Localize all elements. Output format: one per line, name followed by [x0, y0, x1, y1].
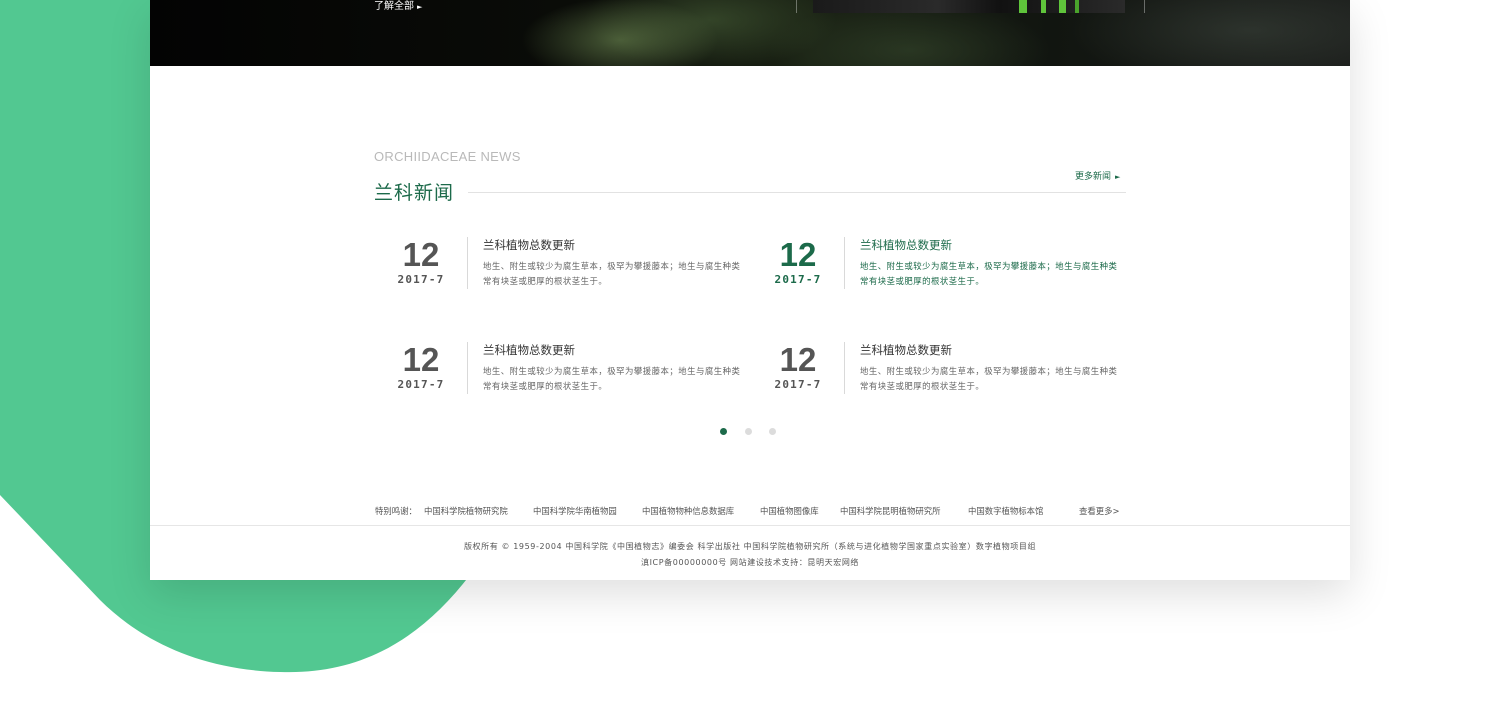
news-title: 兰科植物总数更新 — [483, 238, 575, 252]
news-title: 兰科植物总数更新 — [860, 343, 952, 357]
news-divider — [844, 237, 845, 289]
news-date: 2017-7 — [397, 273, 445, 286]
more-news-link[interactable]: 更多新闻 ► — [1075, 169, 1120, 182]
news-title: 兰科植物总数更新 — [860, 238, 952, 252]
partner-link[interactable]: 中国植物图像库 — [760, 505, 819, 517]
pagination-dot-3[interactable] — [769, 428, 776, 435]
news-divider — [844, 342, 845, 394]
partner-link[interactable]: 中国数字植物标本馆 — [968, 505, 1043, 517]
news-item[interactable]: 12 2017-7 兰科植物总数更新 地生、附生或较少为腐生草本，极罕为攀援藤本… — [762, 342, 1122, 398]
section-title-cn: 兰科新闻 — [374, 182, 455, 204]
view-more-link[interactable]: 查看更多> — [1079, 505, 1120, 517]
partner-link[interactable]: 中国科学院植物研究院 — [424, 505, 508, 517]
news-item[interactable]: 12 2017-7 兰科植物总数更新 地生、附生或较少为腐生草本，极罕为攀援藤本… — [385, 342, 745, 398]
partner-link[interactable]: 中国科学院华南植物园 — [533, 505, 617, 517]
hero-thumbnail-image[interactable] — [813, 0, 1125, 13]
footer-divider — [150, 525, 1350, 526]
icp-text: 滇ICP备00000000号 网站建设技术支持：昆明天宏网络 — [640, 558, 860, 567]
news-date: 2017-7 — [774, 273, 822, 286]
learn-more-label: 了解全部 — [374, 1, 414, 12]
news-item[interactable]: 12 2017-7 兰科植物总数更新 地生、附生或较少为腐生草本，极罕为攀援藤本… — [385, 237, 745, 293]
news-title: 兰科植物总数更新 — [483, 343, 575, 357]
news-date: 2017-7 — [774, 378, 822, 391]
hero-divider — [796, 0, 797, 13]
play-arrow-icon: ► — [417, 3, 423, 11]
page-card: 了解全部 ► ORCHIIDACEAE NEWS 兰科新闻 更多新闻 ► 12 20… — [150, 0, 1350, 580]
pagination-dot-2[interactable] — [745, 428, 752, 435]
partner-link[interactable]: 中国植物物种信息数据库 — [642, 505, 734, 517]
pagination-dot-1[interactable] — [720, 428, 727, 435]
copyright-text: 版权所有 © 1959-2004 中国科学院《中国植物志》编委会 科学出版社 中… — [463, 542, 1037, 551]
news-description: 地生、附生或较少为腐生草本，极罕为攀援藤本；地生与腐生种类常有块茎或肥厚的根状茎… — [483, 261, 741, 286]
thanks-label: 特别鸣谢： — [375, 506, 417, 516]
partner-link[interactable]: 中国科学院昆明植物研究所 — [840, 505, 941, 517]
section-title-en: ORCHIIDACEAE NEWS — [374, 149, 521, 164]
news-description: 地生、附生或较少为腐生草本，极罕为攀援藤本；地生与腐生种类常有块茎或肥厚的根状茎… — [483, 366, 741, 391]
news-day: 12 — [402, 236, 440, 273]
play-arrow-icon: ► — [1115, 173, 1121, 181]
news-day: 12 — [402, 341, 440, 378]
learn-more-link[interactable]: 了解全部 ► — [374, 0, 422, 12]
more-news-label: 更多新闻 — [1075, 172, 1112, 182]
news-day: 12 — [779, 236, 817, 273]
news-description: 地生、附生或较少为腐生草本，极罕为攀援藤本；地生与腐生种类常有块茎或肥厚的根状茎… — [860, 261, 1118, 286]
hero-divider — [1144, 0, 1145, 13]
news-day: 12 — [779, 341, 817, 378]
news-item[interactable]: 12 2017-7 兰科植物总数更新 地生、附生或较少为腐生草本，极罕为攀援藤本… — [762, 237, 1122, 293]
section-divider — [468, 192, 1126, 193]
news-divider — [467, 237, 468, 289]
news-divider — [467, 342, 468, 394]
news-description: 地生、附生或较少为腐生草本，极罕为攀援藤本；地生与腐生种类常有块茎或肥厚的根状茎… — [860, 366, 1118, 391]
news-date: 2017-7 — [397, 378, 445, 391]
hero-banner: 了解全部 ► — [150, 0, 1350, 66]
